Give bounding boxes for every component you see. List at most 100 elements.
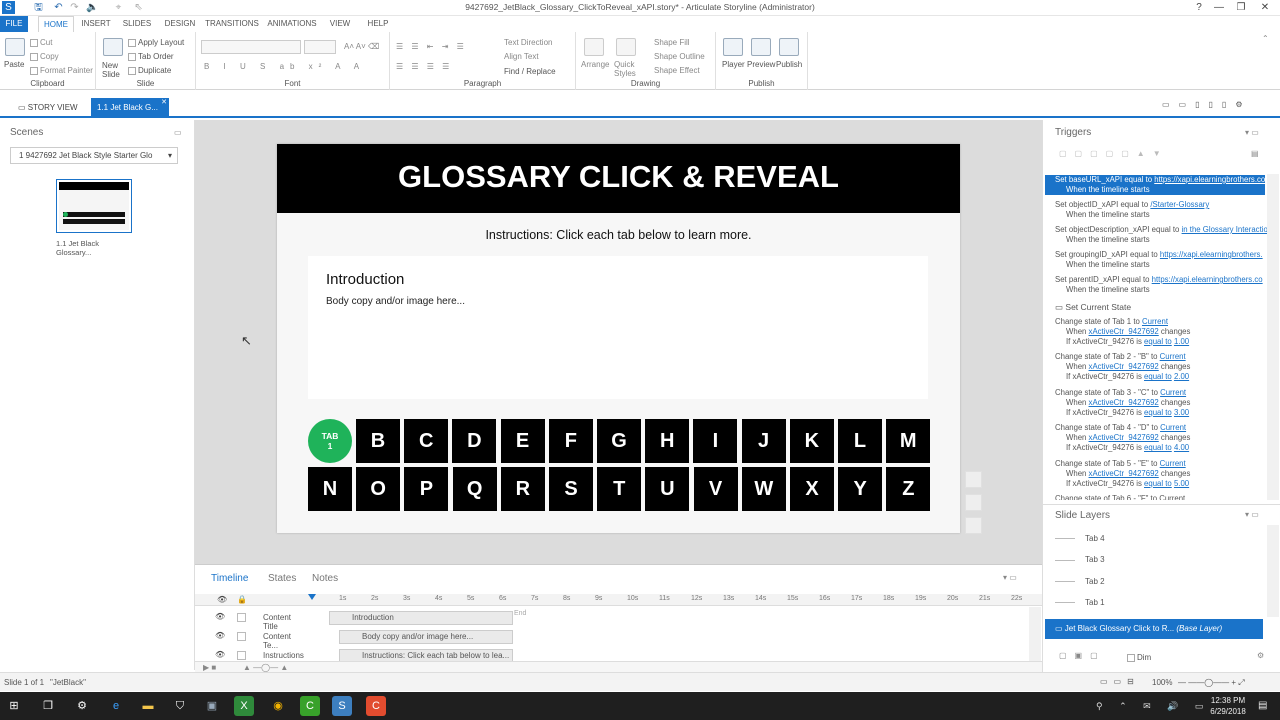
shape-effect-button[interactable]: Shape Effect	[654, 66, 700, 75]
value-link[interactable]: 4.00	[1174, 443, 1189, 452]
hidden-button-2[interactable]	[965, 494, 982, 511]
layer-settings-icon[interactable]: ⚙	[1257, 651, 1264, 660]
quick-styles-button[interactable]: Quick Styles	[614, 60, 640, 78]
cut-button[interactable]: Cut	[30, 38, 52, 47]
preview-button[interactable]: Preview	[747, 60, 775, 69]
state-link[interactable]: Current	[1160, 388, 1186, 397]
tab-letter-r[interactable]: R	[500, 467, 545, 511]
layers-menu-icon[interactable]: ▾ ▭	[1245, 510, 1259, 519]
tab-letter-n[interactable]: N	[308, 467, 352, 511]
close-tab-icon[interactable]: ✕	[161, 93, 167, 113]
publish-button[interactable]: Publish	[776, 60, 802, 69]
duplicate-button[interactable]: Duplicate	[128, 66, 171, 75]
state-trigger-item[interactable]: Change state of Tab 2 - "B" to Current Wh…	[1055, 352, 1275, 382]
hidden-button-3[interactable]	[965, 517, 982, 534]
trigger-group[interactable]: ▭ Set Current State	[1055, 302, 1275, 312]
tab-letter-o[interactable]: O	[356, 467, 401, 511]
value-link[interactable]: 5.00	[1174, 479, 1189, 488]
minimize-button[interactable]: —	[1208, 0, 1230, 15]
state-link[interactable]: Current	[1160, 459, 1186, 468]
tab-order-button[interactable]: Tab Order	[128, 52, 174, 61]
tab-letter-h[interactable]: H	[645, 419, 690, 463]
device-preview-icons[interactable]: ▭▭▯▯▯⚙	[1162, 100, 1252, 109]
chrome-icon[interactable]: ◉	[268, 696, 288, 716]
tab-timeline[interactable]: Timeline	[211, 573, 248, 584]
trigger-item[interactable]: Set groupingID_xAPI equal to https://xap…	[1055, 250, 1275, 270]
value-link[interactable]: 3.00	[1174, 408, 1189, 417]
task-view-icon[interactable]: ❐	[38, 696, 58, 716]
tab-letter-l[interactable]: L	[838, 419, 882, 463]
arrange-button[interactable]: Arrange	[581, 60, 609, 69]
instructions-text[interactable]: Instructions: Click each tab below to le…	[277, 228, 960, 242]
operator-link[interactable]: equal to	[1144, 372, 1172, 381]
new-slide-button[interactable]: New Slide	[102, 61, 128, 79]
content-panel[interactable]: Introduction Body copy and/or image here…	[308, 256, 928, 399]
paste-icon[interactable]	[5, 38, 25, 56]
new-slide-icon[interactable]	[103, 38, 123, 56]
state-trigger-item-partial[interactable]: Change state of Tab 6 - "F" to Current	[1055, 494, 1275, 500]
tab-notes[interactable]: Notes	[312, 573, 338, 584]
tab-slides[interactable]: SLIDES	[120, 16, 154, 32]
row-lock-checkbox[interactable]	[237, 651, 246, 660]
scene-dropdown[interactable]: 1 9427692 Jet Black Style Starter Glo ▾	[10, 147, 178, 164]
trigger-value-link[interactable]: in the Glossary Interactio	[1182, 225, 1268, 234]
variable-link[interactable]: xActiveCtr_9427692	[1089, 398, 1159, 407]
row-eye-icon[interactable]: 👁	[215, 612, 225, 621]
tab-letter-u[interactable]: U	[645, 467, 690, 511]
row-eye-icon[interactable]: 👁	[215, 650, 225, 659]
tab-letter-j[interactable]: J	[741, 419, 786, 463]
align-buttons[interactable]: ☰ ☰ ☰ ☰	[396, 62, 452, 71]
slide-thumbnail[interactable]	[56, 179, 132, 233]
variable-link[interactable]: xActiveCtr_9427692	[1089, 433, 1159, 442]
triggers-scrollbar[interactable]	[1267, 174, 1279, 500]
shape-fill-button[interactable]: Shape Fill	[654, 38, 690, 47]
tab-letter-v[interactable]: V	[693, 467, 738, 511]
preview-icon[interactable]	[751, 38, 771, 56]
story-view-tab[interactable]: ▭ STORY VIEW	[12, 98, 84, 118]
excel-icon[interactable]: X	[234, 696, 254, 716]
tab-letter-d[interactable]: D	[452, 419, 497, 463]
play-icon[interactable]: ▶ ■	[203, 663, 216, 672]
undo-icon[interactable]: ↶	[52, 1, 65, 14]
align-text-button[interactable]: Align Text	[504, 52, 539, 61]
tab-states[interactable]: States	[268, 573, 296, 584]
layer-toolbar[interactable]: ▢▣▢	[1059, 651, 1106, 660]
trigger-value-link[interactable]: /Starter-Glossary	[1150, 200, 1209, 209]
tab-letter-f[interactable]: F	[548, 419, 593, 463]
operator-link[interactable]: equal to	[1144, 443, 1172, 452]
eye-icon[interactable]: 👁	[217, 595, 227, 604]
variable-link[interactable]: xActiveCtr_9427692	[1089, 327, 1159, 336]
timeline-menu-icon[interactable]: ▾ ▭	[1003, 573, 1017, 582]
tab-letter-x[interactable]: X	[790, 467, 834, 511]
tab-letter-b[interactable]: B	[356, 419, 400, 463]
tab-help[interactable]: HELP	[364, 16, 392, 32]
tab-letter-z[interactable]: Z	[886, 467, 931, 511]
close-button[interactable]: ✕	[1254, 0, 1276, 15]
timeline-row-name[interactable]: Content Title	[263, 613, 291, 631]
state-trigger-item[interactable]: Change state of Tab 3 - "C" to Current Wh…	[1055, 388, 1275, 418]
row-lock-checkbox[interactable]	[237, 632, 246, 641]
tab-design[interactable]: DESIGN	[161, 16, 199, 32]
apply-layout-button[interactable]: Apply Layout	[128, 38, 184, 47]
publish-icon[interactable]	[779, 38, 799, 56]
state-trigger-item[interactable]: Change state of Tab 5 - "E" to Current Wh…	[1055, 459, 1275, 489]
trigger-item[interactable]: Set objectDescription_xAPI equal to in t…	[1055, 225, 1275, 245]
slide-header[interactable]: GLOSSARY CLICK & REVEAL	[277, 144, 960, 213]
tab-1-button[interactable]: TAB 1	[308, 419, 352, 463]
collapse-ribbon-icon[interactable]: ⌃	[1262, 34, 1269, 43]
tab-letter-g[interactable]: G	[597, 419, 641, 463]
tab-animations[interactable]: ANIMATIONS	[266, 16, 318, 32]
remote-desktop-icon[interactable]: ▣	[202, 696, 222, 716]
list-buttons[interactable]: ☰ ☰ ⇤ ⇥ ☰	[396, 42, 467, 51]
dim-checkbox[interactable]: Dim	[1127, 653, 1151, 662]
trigger-value-link[interactable]: https://xapi.elearningbrothers.	[1160, 250, 1263, 259]
trigger-value-link[interactable]: https://xapi.elearningbrothers.co	[1152, 275, 1263, 284]
scenes-panel-icon[interactable]: ▭	[174, 128, 182, 137]
value-link[interactable]: 2.00	[1174, 372, 1189, 381]
layers-scrollbar[interactable]	[1267, 525, 1279, 617]
copy-button[interactable]: Copy	[30, 52, 59, 61]
operator-link[interactable]: equal to	[1144, 337, 1172, 346]
tab-letter-t[interactable]: T	[597, 467, 642, 511]
layer-item[interactable]: Tab 2	[1055, 572, 1261, 592]
state-link[interactable]: Current	[1160, 352, 1186, 361]
